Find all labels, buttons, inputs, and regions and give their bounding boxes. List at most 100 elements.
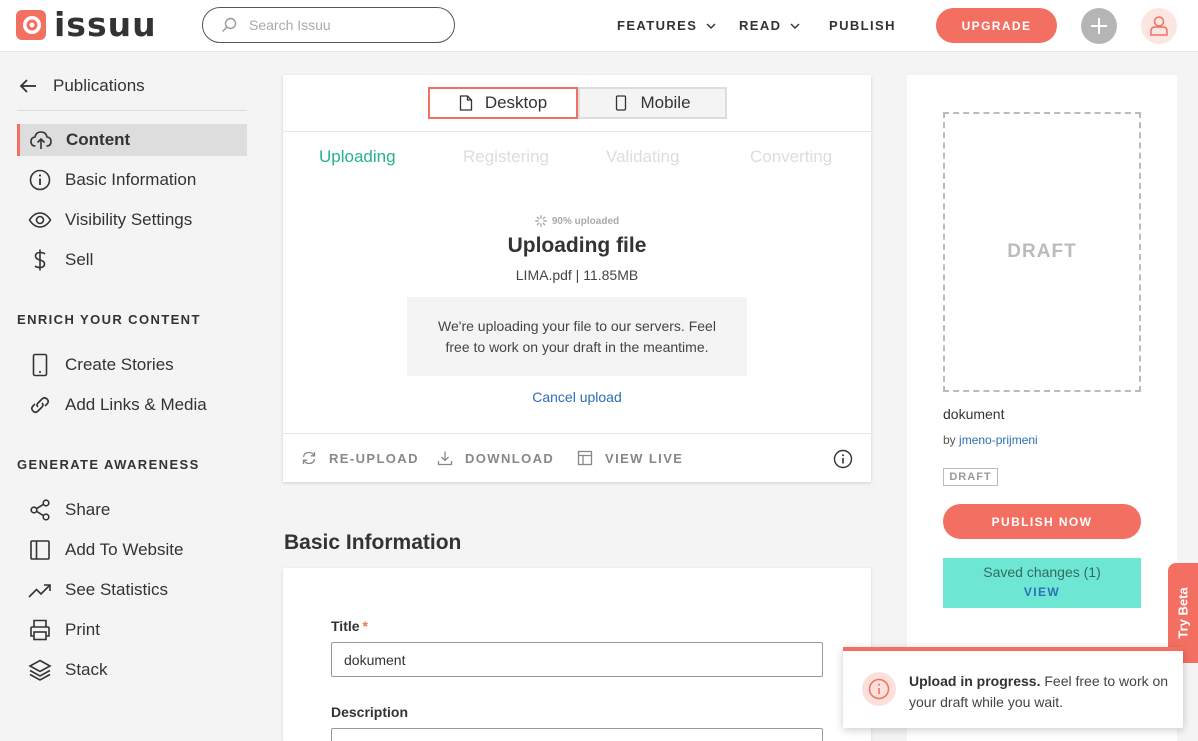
upload-card: Desktop Mobile Uploading Registering Val… (283, 75, 871, 482)
embed-icon (30, 540, 50, 560)
nav-features-label: FEATURES (617, 18, 698, 33)
issuu-logo-icon (16, 10, 46, 40)
upload-progress: 90% uploaded (283, 215, 871, 227)
dollar-icon (34, 249, 46, 271)
nav-features[interactable]: FEATURES (617, 18, 717, 33)
mobile-toggle-button[interactable]: Mobile (578, 87, 727, 119)
saved-changes-text: Saved changes (1) (983, 564, 1101, 580)
title-label-text: Title (331, 618, 360, 634)
required-marker: * (362, 618, 368, 634)
title-label: Title * (331, 618, 368, 634)
cloud-upload-icon (30, 131, 52, 149)
desktop-toggle-button[interactable]: Desktop (428, 87, 578, 119)
card-divider (283, 433, 871, 434)
spinner-icon (534, 215, 547, 227)
reupload-button[interactable]: RE-UPLOAD (301, 450, 419, 466)
sidebar-item-content[interactable]: Content (17, 124, 247, 156)
info-circle-icon (868, 678, 890, 700)
sidebar-item-stack[interactable]: Stack (17, 654, 247, 686)
upload-toast: Upload in progress. Feel free to work on… (843, 647, 1183, 728)
status-badge: DRAFT (943, 468, 998, 486)
search-input[interactable] (249, 17, 439, 33)
step-validating: Validating (606, 147, 680, 166)
sidebar-item-label: Basic Information (65, 170, 197, 189)
description-input[interactable] (331, 728, 823, 741)
refresh-icon (302, 451, 316, 465)
publication-summary-panel: DRAFT dokument by jmeno-prijmeni DRAFT P… (907, 75, 1177, 741)
sidebar-divider (17, 110, 247, 111)
sidebar-item-share[interactable]: Share (17, 494, 247, 526)
view-live-button[interactable]: VIEW LIVE (577, 450, 683, 466)
mobile-icon (616, 95, 627, 111)
printer-icon (30, 619, 50, 641)
file-info: LIMA.pdf | 11.85MB (515, 267, 639, 283)
mobile-label: Mobile (640, 93, 691, 112)
layers-icon (28, 659, 52, 681)
cover-placeholder: DRAFT (943, 112, 1141, 392)
trend-icon (28, 584, 51, 598)
sidebar-item-print[interactable]: Print (17, 614, 247, 646)
sidebar-item-create-stories[interactable]: Create Stories (17, 349, 247, 381)
view-toggle: Desktop Mobile (428, 87, 727, 119)
basic-information-title: Basic Information (284, 531, 462, 554)
nav-publish-label: PUBLISH (829, 18, 896, 33)
author-link[interactable]: jmeno-prijmeni (959, 433, 1038, 447)
view-live-label: VIEW LIVE (605, 450, 684, 466)
sidebar-item-add-links-media[interactable]: Add Links & Media (17, 389, 247, 421)
sidebar-item-visibility-settings[interactable]: Visibility Settings (17, 204, 247, 236)
alert-info-icon (862, 672, 896, 706)
sidebar-item-label: Share (65, 500, 111, 519)
title-input[interactable] (331, 642, 823, 677)
toast-bold-text: Upload in progress. (909, 673, 1041, 689)
sidebar-item-label: Add Links & Media (65, 395, 207, 414)
nav-read[interactable]: READ (739, 18, 801, 33)
publish-now-button[interactable]: PUBLISH NOW (943, 504, 1141, 539)
sidebar: Publications Content Basic Information V… (0, 52, 262, 741)
upload-title: Uploading file (507, 234, 647, 257)
phone-icon (32, 353, 48, 377)
reupload-label: RE-UPLOAD (329, 450, 419, 466)
download-icon (437, 451, 453, 466)
document-name: dokument (943, 406, 1005, 422)
document-icon (459, 95, 472, 111)
user-avatar[interactable] (1141, 8, 1177, 44)
upload-message-box: We're uploading your file to our servers… (407, 297, 747, 376)
issuu-logo[interactable]: issuu (16, 5, 157, 44)
link-icon (30, 396, 50, 414)
back-label: Publications (53, 76, 145, 95)
info-icon[interactable] (833, 449, 853, 469)
logo-wordmark: issuu (54, 5, 157, 44)
back-to-publications[interactable]: Publications (18, 76, 145, 96)
create-button[interactable] (1081, 8, 1117, 44)
upload-message: We're uploading your file to our servers… (438, 317, 716, 355)
download-button[interactable]: DOWNLOAD (437, 450, 554, 466)
layout-icon (577, 450, 593, 466)
step-uploading: Uploading (319, 147, 396, 166)
nav-read-label: READ (739, 18, 782, 33)
step-registering: Registering (463, 147, 549, 166)
chevron-down-icon (706, 23, 716, 29)
view-changes-link[interactable]: VIEW (943, 585, 1141, 599)
generate-awareness-heading: GENERATE AWARENESS (17, 457, 200, 472)
by-prefix: by (943, 433, 956, 447)
try-beta-label: Try Beta (1175, 587, 1191, 639)
toast-message: Upload in progress. Feel free to work on… (909, 671, 1171, 713)
sidebar-item-basic-information[interactable]: Basic Information (17, 164, 247, 196)
search-box[interactable] (202, 7, 455, 43)
sidebar-item-add-to-website[interactable]: Add To Website (17, 534, 247, 566)
sidebar-item-see-statistics[interactable]: See Statistics (17, 574, 247, 606)
nav-publish[interactable]: PUBLISH (829, 18, 896, 33)
upgrade-button[interactable]: UPGRADE (936, 8, 1057, 43)
download-label: DOWNLOAD (465, 450, 555, 466)
enrich-content-heading: ENRICH YOUR CONTENT (17, 312, 201, 327)
sidebar-item-sell[interactable]: Sell (17, 244, 247, 276)
top-navigation-bar: issuu FEATURES READ PUBLISH UPGRADE (0, 0, 1198, 52)
chevron-down-icon (790, 23, 800, 29)
plus-icon (1091, 18, 1107, 34)
desktop-label: Desktop (484, 93, 548, 112)
sidebar-item-label: Add To Website (65, 540, 184, 559)
sidebar-item-label: Sell (65, 250, 94, 269)
sidebar-item-label: Create Stories (65, 355, 174, 374)
cancel-upload-link[interactable]: Cancel upload (283, 389, 871, 405)
sidebar-item-label: Stack (65, 660, 108, 679)
